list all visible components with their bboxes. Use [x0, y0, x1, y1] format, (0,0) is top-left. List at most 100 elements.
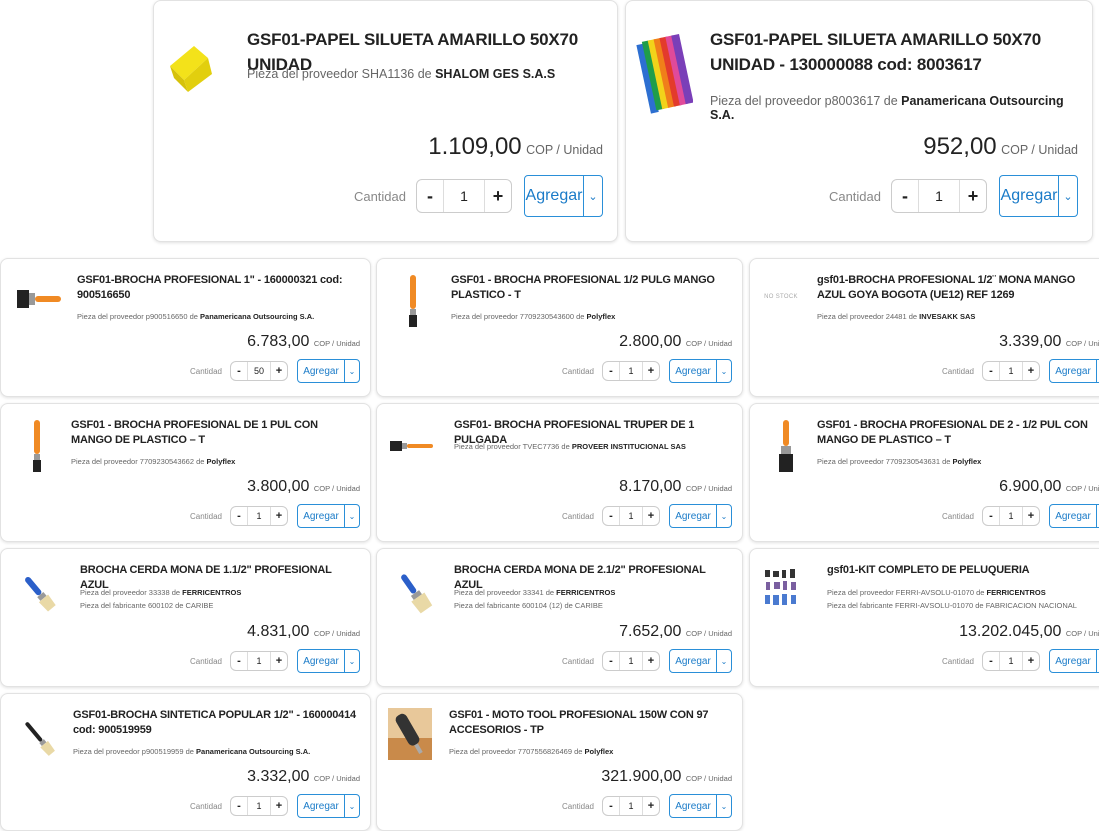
- decrement-button[interactable]: -: [892, 180, 918, 212]
- decrement-button[interactable]: -: [983, 652, 999, 670]
- increment-button[interactable]: +: [271, 797, 287, 815]
- add-to-cart-button[interactable]: Agregar ⌄: [669, 504, 732, 528]
- quantity-input[interactable]: 1: [443, 180, 485, 212]
- quantity-input[interactable]: 1: [247, 797, 271, 815]
- chevron-down-icon[interactable]: ⌄: [716, 360, 731, 382]
- decrement-button[interactable]: -: [231, 652, 247, 670]
- increment-button[interactable]: +: [643, 797, 659, 815]
- supplier-name[interactable]: Polyflex: [585, 747, 614, 756]
- product-title[interactable]: gsf01-BROCHA PROFESIONAL 1/2¨ MONA MANGO…: [817, 273, 1099, 303]
- paintbrush-icon[interactable]: [15, 716, 63, 760]
- chevron-down-icon[interactable]: ⌄: [716, 795, 731, 817]
- decrement-button[interactable]: -: [603, 507, 619, 525]
- supplier-name[interactable]: INVESAKK SAS: [919, 312, 975, 321]
- add-to-cart-button[interactable]: Agregar ⌄: [999, 175, 1078, 217]
- decrement-button[interactable]: -: [983, 362, 999, 380]
- chevron-down-icon[interactable]: ⌄: [344, 650, 359, 672]
- quantity-input[interactable]: 1: [999, 652, 1023, 670]
- paintbrush-icon[interactable]: [15, 571, 63, 615]
- supplier-name[interactable]: Polyflex: [953, 457, 982, 466]
- add-button-label[interactable]: Agregar: [670, 650, 716, 672]
- hairdressing-kit-icon[interactable]: [760, 563, 810, 613]
- supplier-name[interactable]: FERRICENTROS: [556, 588, 615, 597]
- decrement-button[interactable]: -: [603, 652, 619, 670]
- chevron-down-icon[interactable]: ⌄: [583, 176, 602, 216]
- paintbrush-icon[interactable]: [391, 569, 439, 617]
- add-button-label[interactable]: Agregar: [1050, 505, 1096, 527]
- add-button-label[interactable]: Agregar: [1050, 360, 1096, 382]
- add-button-label[interactable]: Agregar: [298, 650, 344, 672]
- add-button-label[interactable]: Agregar: [670, 505, 716, 527]
- add-button-label[interactable]: Agregar: [298, 505, 344, 527]
- paintbrush-icon[interactable]: [764, 416, 808, 476]
- add-to-cart-button[interactable]: Agregar ⌄: [524, 175, 603, 217]
- yellow-paper-icon[interactable]: [160, 39, 220, 99]
- add-button-label[interactable]: Agregar: [1050, 650, 1096, 672]
- add-button-label[interactable]: Agregar: [670, 360, 716, 382]
- decrement-button[interactable]: -: [231, 507, 247, 525]
- quantity-input[interactable]: 1: [999, 362, 1023, 380]
- decrement-button[interactable]: -: [603, 797, 619, 815]
- add-to-cart-button[interactable]: Agregar ⌄: [669, 359, 732, 383]
- colored-paper-stack-icon[interactable]: [634, 29, 694, 119]
- supplier-name[interactable]: Polyflex: [587, 312, 616, 321]
- paintbrush-icon[interactable]: [15, 416, 59, 476]
- supplier-name[interactable]: Panamericana Outsourcing S.A.: [196, 747, 310, 756]
- supplier-name[interactable]: PROVEER INSTITUCIONAL SAS: [572, 442, 686, 451]
- product-title[interactable]: GSF01 - BROCHA PROFESIONAL 1/2 PULG MANG…: [451, 273, 721, 303]
- chevron-down-icon[interactable]: ⌄: [344, 360, 359, 382]
- quantity-input[interactable]: 1: [619, 797, 643, 815]
- quantity-input[interactable]: 1: [619, 652, 643, 670]
- product-title[interactable]: GSF01 - MOTO TOOL PROFESIONAL 150W CON 9…: [449, 708, 729, 738]
- add-button-label[interactable]: Agregar: [298, 360, 344, 382]
- add-to-cart-button[interactable]: Agregar ⌄: [297, 504, 360, 528]
- increment-button[interactable]: +: [643, 362, 659, 380]
- increment-button[interactable]: +: [643, 652, 659, 670]
- product-title[interactable]: GSF01 - BROCHA PROFESIONAL DE 2 - 1/2 PU…: [817, 418, 1099, 448]
- supplier-name[interactable]: SHALOM GES S.A.S: [435, 67, 555, 81]
- product-title[interactable]: GSF01 - BROCHA PROFESIONAL DE 1 PUL CON …: [71, 418, 356, 448]
- decrement-button[interactable]: -: [231, 797, 247, 815]
- product-title[interactable]: GSF01-BROCHA PROFESIONAL 1" - 160000321 …: [77, 273, 347, 303]
- increment-button[interactable]: +: [1023, 362, 1039, 380]
- quantity-input[interactable]: 1: [619, 362, 643, 380]
- increment-button[interactable]: +: [271, 652, 287, 670]
- decrement-button[interactable]: -: [231, 362, 247, 380]
- paintbrush-icon[interactable]: [387, 434, 437, 458]
- quantity-input[interactable]: 1: [619, 507, 643, 525]
- product-title[interactable]: GSF01-BROCHA SINTETICA POPULAR 1/2" - 16…: [73, 708, 358, 738]
- supplier-name[interactable]: FERRICENTROS: [182, 588, 241, 597]
- product-title[interactable]: gsf01-KIT COMPLETO DE PELUQUERIA: [827, 563, 1099, 578]
- decrement-button[interactable]: -: [983, 507, 999, 525]
- chevron-down-icon[interactable]: ⌄: [716, 650, 731, 672]
- add-button-label[interactable]: Agregar: [1000, 176, 1058, 216]
- quantity-input[interactable]: 1: [918, 180, 960, 212]
- increment-button[interactable]: +: [643, 507, 659, 525]
- supplier-name[interactable]: FERRICENTROS: [987, 588, 1046, 597]
- decrement-button[interactable]: -: [603, 362, 619, 380]
- supplier-name[interactable]: Polyflex: [207, 457, 236, 466]
- increment-button[interactable]: +: [271, 362, 287, 380]
- increment-button[interactable]: +: [1023, 507, 1039, 525]
- quantity-input[interactable]: 1: [247, 652, 271, 670]
- paintbrush-icon[interactable]: [13, 277, 65, 321]
- add-to-cart-button[interactable]: Agregar ⌄: [297, 794, 360, 818]
- increment-button[interactable]: +: [1023, 652, 1039, 670]
- add-to-cart-button[interactable]: Agregar ⌄: [297, 359, 360, 383]
- product-title[interactable]: GSF01-PAPEL SILUETA AMARILLO 50X70 UNIDA…: [710, 27, 1085, 77]
- increment-button[interactable]: +: [485, 180, 511, 212]
- increment-button[interactable]: +: [271, 507, 287, 525]
- add-button-label[interactable]: Agregar: [670, 795, 716, 817]
- chevron-down-icon[interactable]: ⌄: [344, 505, 359, 527]
- chevron-down-icon[interactable]: ⌄: [716, 505, 731, 527]
- add-to-cart-button[interactable]: Agregar ⌄: [1049, 359, 1099, 383]
- paintbrush-icon[interactable]: [391, 271, 435, 331]
- quantity-input[interactable]: 1: [247, 507, 271, 525]
- add-button-label[interactable]: Agregar: [298, 795, 344, 817]
- add-to-cart-button[interactable]: Agregar ⌄: [669, 794, 732, 818]
- chevron-down-icon[interactable]: ⌄: [1058, 176, 1077, 216]
- add-button-label[interactable]: Agregar: [525, 176, 583, 216]
- chevron-down-icon[interactable]: ⌄: [344, 795, 359, 817]
- increment-button[interactable]: +: [960, 180, 986, 212]
- decrement-button[interactable]: -: [417, 180, 443, 212]
